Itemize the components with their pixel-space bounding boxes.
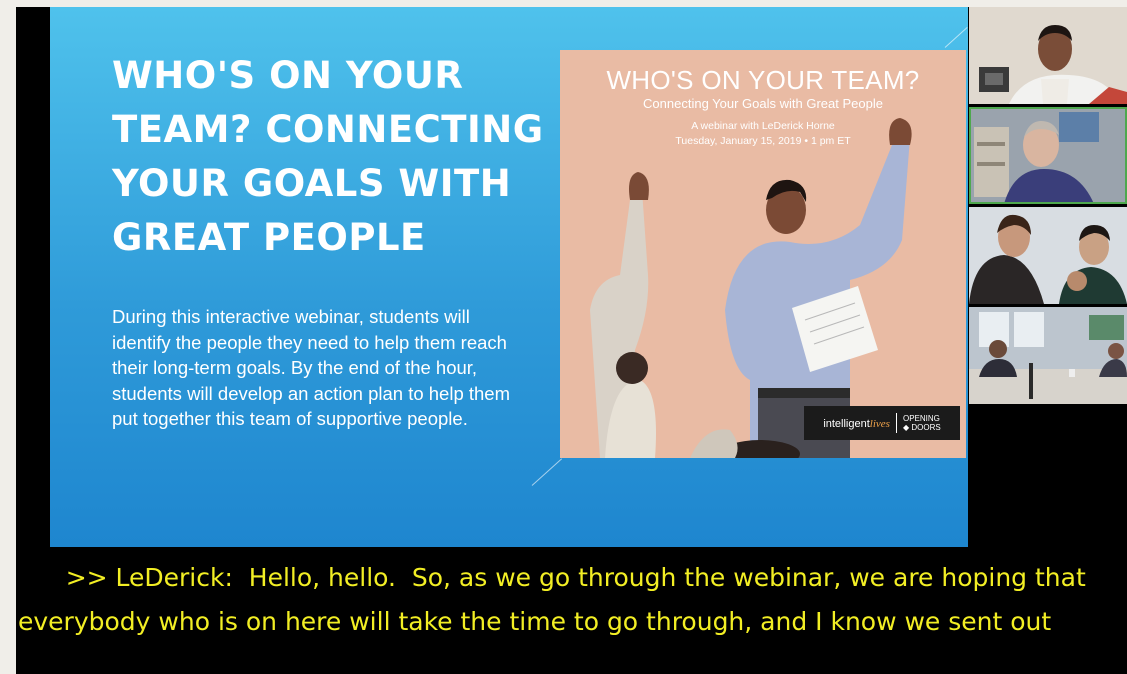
poster-subtitle: Connecting Your Goals with Great People (643, 96, 883, 111)
slide-title: WHO'S ON YOUR TEAM? CONNECTING YOUR GOAL… (112, 54, 544, 259)
poster-photo (590, 118, 912, 458)
presenter-video-feed (969, 7, 1127, 104)
participant-video-tile-4[interactable] (969, 307, 1127, 404)
logo-text: intelligent (823, 418, 870, 430)
poster-logo: intelligentlives OPENING ◆ DOORS (804, 406, 960, 440)
participant-video-tile-2[interactable] (969, 107, 1127, 204)
participant-video-feed (969, 107, 1127, 204)
participant-video-strip (969, 7, 1127, 407)
poster-date-line: Tuesday, January 15, 2019 • 1 pm ET (675, 135, 851, 147)
decorative-line (531, 458, 563, 486)
logo-divider (895, 413, 897, 433)
shared-slide: WHO'S ON YOUR TEAM? CONNECTING YOUR GOAL… (50, 7, 968, 547)
participant-video-tile-3[interactable] (969, 207, 1127, 304)
logo-accent-text: lives (869, 418, 890, 430)
window-frame-left (0, 0, 16, 674)
opening-doors-logo-text: OPENING ◆ DOORS (902, 414, 941, 432)
poster-presenter-line: A webinar with LeDerick Horne (691, 120, 835, 132)
poster-title: WHO'S ON YOUR TEAM? (606, 65, 920, 95)
window-frame-top (0, 0, 1127, 7)
participant-video-tile-presenter[interactable] (969, 7, 1127, 104)
slide-description: During this interactive webinar, student… (112, 306, 511, 429)
closed-caption-text: >> LeDerick: Hello, hello. So, as we go … (18, 563, 1094, 636)
webinar-poster-image: WHO'S ON YOUR TEAM? Connecting Your Goal… (560, 50, 966, 458)
decorative-line (944, 27, 968, 48)
participant-video-feed (969, 207, 1127, 304)
participant-video-feed (969, 307, 1127, 404)
